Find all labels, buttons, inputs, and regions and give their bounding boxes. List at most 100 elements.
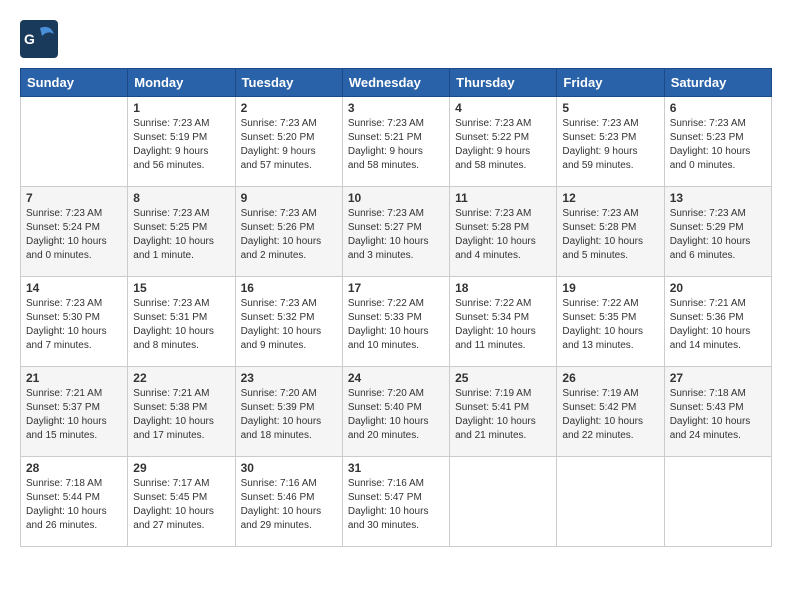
day-info-line: Daylight: 9 hours (133, 145, 229, 159)
day-info-line: Sunrise: 7:22 AM (348, 297, 444, 311)
calendar-day-cell: 17Sunrise: 7:22 AMSunset: 5:33 PMDayligh… (342, 277, 449, 367)
day-info-line: and 59 minutes. (562, 159, 658, 173)
weekday-header-tuesday: Tuesday (235, 69, 342, 97)
day-info-line: Sunset: 5:38 PM (133, 401, 229, 415)
day-info-line: Daylight: 10 hours (133, 505, 229, 519)
day-info-line: Sunset: 5:34 PM (455, 311, 551, 325)
day-info-line: Daylight: 10 hours (241, 505, 337, 519)
day-info-line: Sunset: 5:28 PM (562, 221, 658, 235)
day-number: 27 (670, 371, 766, 385)
day-info-line: Sunrise: 7:18 AM (670, 387, 766, 401)
day-info-line: Sunset: 5:43 PM (670, 401, 766, 415)
day-info: Sunrise: 7:23 AMSunset: 5:30 PMDaylight:… (26, 297, 122, 353)
day-info: Sunrise: 7:17 AMSunset: 5:45 PMDaylight:… (133, 477, 229, 533)
day-info-line: Sunrise: 7:23 AM (241, 297, 337, 311)
day-info-line: Daylight: 10 hours (241, 325, 337, 339)
day-info: Sunrise: 7:20 AMSunset: 5:39 PMDaylight:… (241, 387, 337, 443)
day-info: Sunrise: 7:23 AMSunset: 5:31 PMDaylight:… (133, 297, 229, 353)
day-number: 24 (348, 371, 444, 385)
svg-text:G: G (24, 31, 35, 47)
day-number: 23 (241, 371, 337, 385)
day-info-line: Sunrise: 7:23 AM (26, 297, 122, 311)
day-info-line: Sunset: 5:36 PM (670, 311, 766, 325)
calendar-day-cell: 24Sunrise: 7:20 AMSunset: 5:40 PMDayligh… (342, 367, 449, 457)
calendar-day-cell: 8Sunrise: 7:23 AMSunset: 5:25 PMDaylight… (128, 187, 235, 277)
day-info: Sunrise: 7:23 AMSunset: 5:28 PMDaylight:… (562, 207, 658, 263)
day-info: Sunrise: 7:22 AMSunset: 5:35 PMDaylight:… (562, 297, 658, 353)
day-number: 15 (133, 281, 229, 295)
day-info: Sunrise: 7:21 AMSunset: 5:38 PMDaylight:… (133, 387, 229, 443)
day-info: Sunrise: 7:23 AMSunset: 5:26 PMDaylight:… (241, 207, 337, 263)
calendar-day-cell: 21Sunrise: 7:21 AMSunset: 5:37 PMDayligh… (21, 367, 128, 457)
day-info-line: Sunset: 5:33 PM (348, 311, 444, 325)
day-info-line: and 10 minutes. (348, 339, 444, 353)
day-info-line: and 6 minutes. (670, 249, 766, 263)
day-info-line: Daylight: 10 hours (348, 235, 444, 249)
day-info-line: Sunrise: 7:23 AM (26, 207, 122, 221)
day-info: Sunrise: 7:23 AMSunset: 5:23 PMDaylight:… (562, 117, 658, 173)
calendar-day-cell: 29Sunrise: 7:17 AMSunset: 5:45 PMDayligh… (128, 457, 235, 547)
day-info-line: Daylight: 10 hours (562, 415, 658, 429)
page-header: G (20, 20, 772, 58)
day-info-line: Sunrise: 7:23 AM (133, 117, 229, 131)
day-info: Sunrise: 7:18 AMSunset: 5:44 PMDaylight:… (26, 477, 122, 533)
day-info-line: Sunset: 5:42 PM (562, 401, 658, 415)
day-info-line: Daylight: 9 hours (241, 145, 337, 159)
calendar-table: SundayMondayTuesdayWednesdayThursdayFrid… (20, 68, 772, 547)
day-info-line: Daylight: 10 hours (133, 415, 229, 429)
calendar-day-cell (557, 457, 664, 547)
day-info: Sunrise: 7:23 AMSunset: 5:29 PMDaylight:… (670, 207, 766, 263)
calendar-day-cell: 15 Sunrise: 7:23 AMSunset: 5:31 PMDayligh… (128, 277, 235, 367)
calendar-day-cell: 1Sunrise: 7:23 AMSunset: 5:19 PMDaylight… (128, 97, 235, 187)
day-info-line: Sunrise: 7:23 AM (562, 117, 658, 131)
day-info-line: Daylight: 9 hours (562, 145, 658, 159)
calendar-day-cell: 31Sunrise: 7:16 AMSunset: 5:47 PMDayligh… (342, 457, 449, 547)
day-info-line: Daylight: 10 hours (241, 235, 337, 249)
day-info-line: and 0 minutes. (26, 249, 122, 263)
day-info-line: and 27 minutes. (133, 519, 229, 533)
day-info-line: Sunrise: 7:19 AM (562, 387, 658, 401)
day-info: Sunrise: 7:23 AMSunset: 5:24 PMDaylight:… (26, 207, 122, 263)
day-info-line: Sunset: 5:20 PM (241, 131, 337, 145)
day-number: 16 (241, 281, 337, 295)
day-number: 14 (26, 281, 122, 295)
day-info-line: Sunset: 5:21 PM (348, 131, 444, 145)
day-number: 12 (562, 191, 658, 205)
day-info-line: and 14 minutes. (670, 339, 766, 353)
day-number: 31 (348, 461, 444, 475)
day-info-line: and 22 minutes. (562, 429, 658, 443)
day-info-line: and 18 minutes. (241, 429, 337, 443)
calendar-day-cell: 16Sunrise: 7:23 AMSunset: 5:32 PMDayligh… (235, 277, 342, 367)
calendar-day-cell: 7Sunrise: 7:23 AMSunset: 5:24 PMDaylight… (21, 187, 128, 277)
day-info-line: and 5 minutes. (562, 249, 658, 263)
day-number: 20 (670, 281, 766, 295)
day-info-line: Daylight: 10 hours (133, 235, 229, 249)
calendar-day-cell: 10Sunrise: 7:23 AMSunset: 5:27 PMDayligh… (342, 187, 449, 277)
calendar-day-cell: 5Sunrise: 7:23 AMSunset: 5:23 PMDaylight… (557, 97, 664, 187)
day-info-line: Sunset: 5:45 PM (133, 491, 229, 505)
calendar-day-cell: 23 Sunrise: 7:20 AMSunset: 5:39 PMDayligh… (235, 367, 342, 457)
logo-icon: G (20, 20, 58, 58)
calendar-week-row: 21 Sunrise: 7:21 AMSunset: 5:37 PM Dayligh… (21, 367, 772, 457)
day-info-line: Sunset: 5:19 PM (133, 131, 229, 145)
calendar-day-cell: 30Sunrise: 7:16 AMSunset: 5:46 PMDayligh… (235, 457, 342, 547)
calendar-day-cell (664, 457, 771, 547)
day-number: 28 (26, 461, 122, 475)
day-number: 21 (26, 371, 122, 385)
day-info-line: Sunset: 5:46 PM (241, 491, 337, 505)
day-number: 13 (670, 191, 766, 205)
weekday-header-friday: Friday (557, 69, 664, 97)
day-info-line: Sunset: 5:37 PM (26, 401, 122, 415)
calendar-day-cell: 13 Sunrise: 7:23 AMSunset: 5:29 PMDayligh… (664, 187, 771, 277)
calendar-day-cell: 12 Sunrise: 7:23 AMSunset: 5:28 PMDayligh… (557, 187, 664, 277)
day-info: Sunrise: 7:19 AMSunset: 5:41 PMDaylight:… (455, 387, 551, 443)
day-info-line: and 4 minutes. (455, 249, 551, 263)
day-info-line: and 0 minutes. (670, 159, 766, 173)
day-info-line: Daylight: 10 hours (26, 235, 122, 249)
calendar-day-cell: 4Sunrise: 7:23 AMSunset: 5:22 PMDaylight… (450, 97, 557, 187)
weekday-header-monday: Monday (128, 69, 235, 97)
day-info-line: Sunrise: 7:21 AM (26, 387, 122, 401)
weekday-header-thursday: Thursday (450, 69, 557, 97)
day-info-line: Daylight: 10 hours (670, 415, 766, 429)
day-info-line: Daylight: 10 hours (455, 235, 551, 249)
